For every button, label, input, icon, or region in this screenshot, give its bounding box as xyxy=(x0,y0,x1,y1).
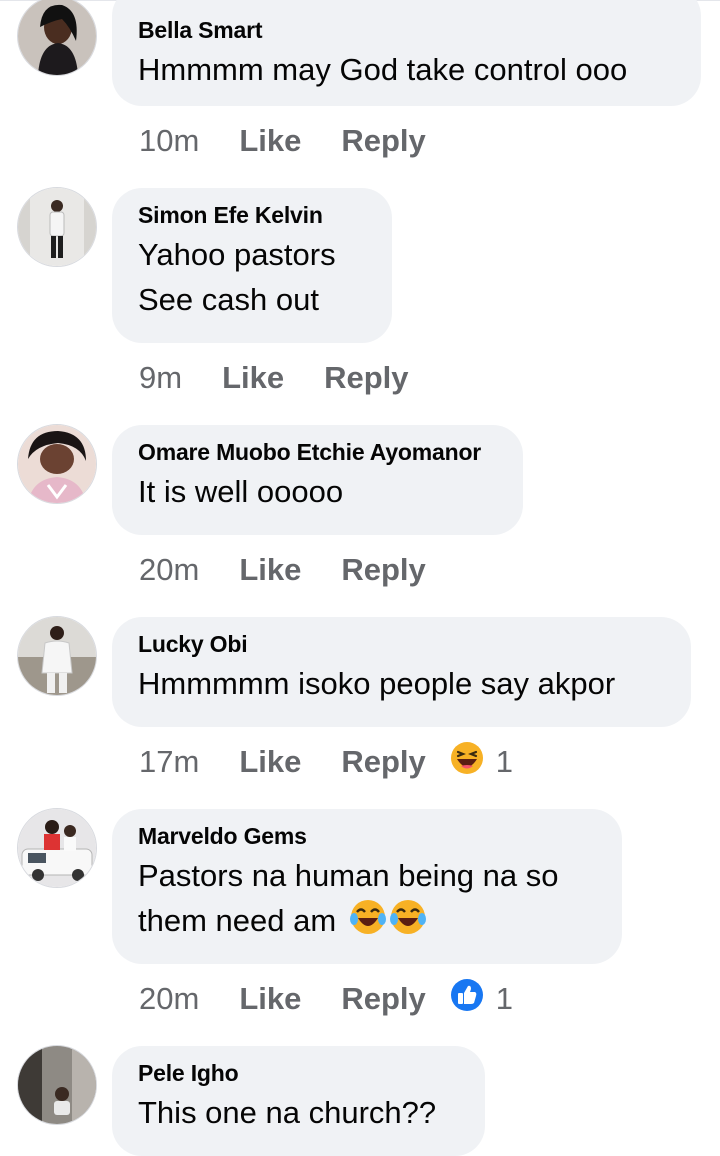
avatar[interactable] xyxy=(17,0,97,76)
comment-text: It is well ooooo xyxy=(138,474,344,509)
like-button[interactable]: Like xyxy=(239,981,301,1017)
comment-text: Hmmmmm isoko people say akpor xyxy=(138,666,616,701)
comment-text: This one na church?? xyxy=(138,1095,437,1130)
comment-bubble: Lucky Obi Hmmmmm isoko people say akpor xyxy=(112,617,691,727)
comment-text: Hmmmm may God take control ooo xyxy=(138,52,628,87)
comment-time[interactable]: 10m xyxy=(139,123,199,159)
comment-text: them need am xyxy=(138,903,337,939)
reaction-count: 1 xyxy=(495,981,514,1016)
comment-actions: 9m Like Reply xyxy=(139,356,409,400)
comment-author[interactable]: Lucky Obi xyxy=(138,630,665,658)
comment-time[interactable]: 17m xyxy=(139,744,199,780)
reply-button[interactable]: Reply xyxy=(341,981,425,1017)
comment-actions: 20m Like Reply xyxy=(139,548,426,592)
comment-bubble: Omare Muobo Etchie Ayomanor It is well o… xyxy=(112,425,523,535)
reaction-count: 1 xyxy=(495,744,514,779)
comment-author[interactable]: Bella Smart xyxy=(138,16,675,44)
comment-time[interactable]: 20m xyxy=(139,552,199,588)
comment-bubble: Bella Smart Hmmmm may God take control o… xyxy=(112,0,701,106)
comment-time[interactable]: 20m xyxy=(139,981,199,1017)
avatar[interactable] xyxy=(17,187,97,267)
comment-author[interactable]: Omare Muobo Etchie Ayomanor xyxy=(138,438,497,466)
comment-author[interactable]: Simon Efe Kelvin xyxy=(138,201,366,229)
comment-text: See cash out xyxy=(138,282,319,317)
reply-button[interactable]: Reply xyxy=(341,744,425,780)
comment-author[interactable]: Marveldo Gems xyxy=(138,822,596,850)
laughing-tears-emoji-icon xyxy=(389,898,427,948)
reply-button[interactable]: Reply xyxy=(341,123,425,159)
like-button[interactable]: Like xyxy=(222,360,284,396)
like-thumb-icon xyxy=(450,978,484,1020)
reaction-summary[interactable]: 1 xyxy=(450,741,513,783)
comment-bubble: Simon Efe Kelvin Yahoo pastors See cash … xyxy=(112,188,392,343)
comment-text: Yahoo pastors xyxy=(138,237,336,272)
avatar[interactable] xyxy=(17,808,97,888)
avatar[interactable] xyxy=(17,1045,97,1125)
reply-button[interactable]: Reply xyxy=(341,552,425,588)
comment-author[interactable]: Pele Igho xyxy=(138,1059,459,1087)
reaction-summary[interactable]: 1 xyxy=(450,978,513,1020)
haha-emoji-icon xyxy=(450,741,484,783)
comment-actions: 17m Like Reply 1 xyxy=(139,740,513,784)
like-button[interactable]: Like xyxy=(239,744,301,780)
comment-bubble: Marveldo Gems Pastors na human being na … xyxy=(112,809,622,964)
like-button[interactable]: Like xyxy=(239,552,301,588)
reply-button[interactable]: Reply xyxy=(324,360,408,396)
like-button[interactable]: Like xyxy=(239,123,301,159)
laughing-tears-emoji-icon xyxy=(349,898,387,948)
comment-time[interactable]: 9m xyxy=(139,360,182,396)
comment-bubble: Pele Igho This one na church?? xyxy=(112,1046,485,1156)
comment-actions: 20m Like Reply 1 xyxy=(139,977,513,1021)
avatar[interactable] xyxy=(17,616,97,696)
comment-actions: 10m Like Reply xyxy=(139,119,426,163)
comment-text-line: them need am xyxy=(138,898,596,948)
avatar[interactable] xyxy=(17,424,97,504)
comment-text: Pastors na human being na so xyxy=(138,858,559,893)
